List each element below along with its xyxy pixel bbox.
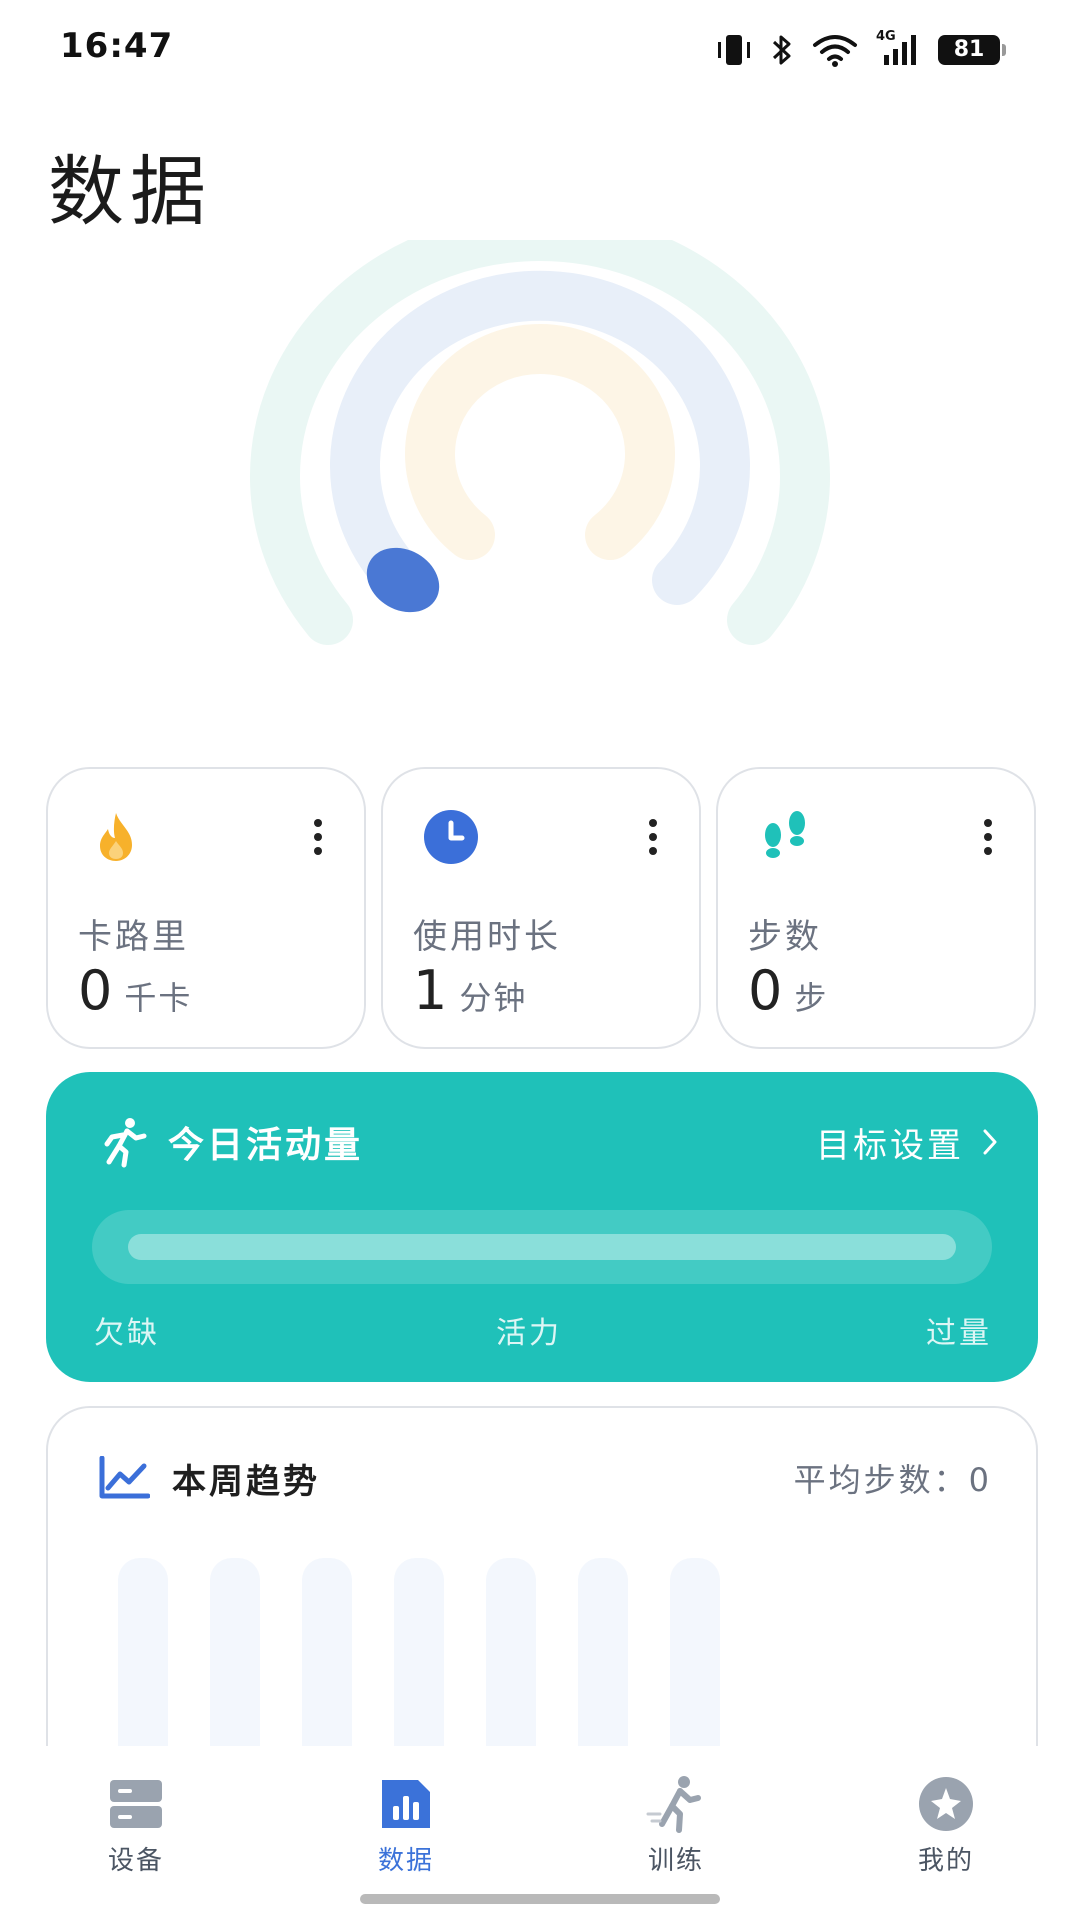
vibrate-icon — [718, 35, 750, 65]
duration-card[interactable]: 使用时长 1 分钟 — [381, 767, 701, 1049]
steps-more-button[interactable] — [982, 819, 994, 855]
battery-level: 81 — [953, 37, 985, 62]
device-icon — [110, 1780, 162, 1828]
activity-scale-mid: 活力 — [496, 1316, 562, 1351]
steps-ring — [405, 324, 675, 560]
duration-more-button[interactable] — [647, 819, 659, 855]
trend-title: 本周趋势 — [172, 1461, 320, 1502]
activity-scale-low: 欠缺 — [94, 1316, 160, 1351]
trend-chart-icon — [99, 1456, 150, 1499]
home-indicator[interactable] — [360, 1894, 720, 1904]
steps-label: 步数 — [748, 917, 822, 957]
chevron-right-icon — [983, 1129, 997, 1155]
bluetooth-icon — [772, 35, 791, 65]
calories-unit: 千卡 — [124, 979, 193, 1017]
goal-settings-label: 目标设置 — [816, 1125, 964, 1166]
running-person-icon — [104, 1118, 147, 1168]
goal-settings-link[interactable]: 目标设置 — [816, 1118, 998, 1167]
calories-value-row: 0 千卡 — [78, 959, 192, 1022]
steps-value-row: 0 步 — [748, 959, 828, 1022]
nav-item-data[interactable]: 数据 — [326, 1774, 486, 1877]
trend-header: 本周趋势 平均步数：0 — [98, 1448, 992, 1508]
calories-card[interactable]: 卡路里 0 千卡 — [46, 767, 366, 1049]
nav-label-device: 设备 — [107, 1846, 164, 1876]
nav-label-data: 数据 — [377, 1846, 434, 1876]
steps-unit: 步 — [794, 979, 829, 1017]
steps-value: 0 — [748, 959, 783, 1022]
steps-card[interactable]: 步数 0 步 — [716, 767, 1036, 1049]
duration-value-row: 1 分钟 — [413, 959, 527, 1022]
duration-value: 1 — [413, 959, 448, 1022]
activity-rings — [250, 240, 830, 645]
flame-icon — [100, 813, 132, 861]
training-icon — [646, 1776, 701, 1833]
bar-chart-icon — [382, 1780, 430, 1828]
calories-label: 卡路里 — [78, 917, 189, 957]
clock-icon — [424, 810, 478, 864]
calories-value: 0 — [78, 959, 113, 1022]
duration-unit: 分钟 — [459, 979, 528, 1017]
profile-icon — [919, 1777, 973, 1831]
app-screen: 16:47 4G 81 数据 卡路里 0 千卡 使用时长 1 分钟 步数 0 步… — [0, 0, 1080, 1920]
daily-activity-card: 今日活动量 目标设置 欠缺 活力 过量 — [46, 1072, 1038, 1382]
status-icons: 4G 81 — [716, 29, 1006, 70]
wifi-icon — [813, 35, 857, 67]
cellular-signal-icon: 4G — [876, 29, 920, 67]
nav-label-profile: 我的 — [917, 1846, 974, 1876]
activity-level-track — [92, 1210, 992, 1284]
nav-item-profile[interactable]: 我的 — [866, 1774, 1026, 1877]
status-time: 16:47 — [60, 26, 174, 66]
nav-label-training: 训练 — [647, 1846, 704, 1876]
average-steps: 平均步数：0 — [793, 1461, 992, 1499]
nav-item-device[interactable]: 设备 — [56, 1774, 216, 1877]
activity-scale-high: 过量 — [926, 1316, 992, 1351]
activity-title: 今日活动量 — [168, 1125, 364, 1166]
activity-level-fill — [128, 1234, 956, 1260]
activity-header: 今日活动量 目标设置 — [100, 1112, 998, 1172]
battery-icon: 81 — [938, 35, 1006, 65]
footprints-icon — [765, 811, 805, 858]
calories-more-button[interactable] — [312, 819, 324, 855]
status-bar: 16:47 4G 81 — [0, 0, 1080, 100]
page-title: 数据 — [48, 147, 212, 236]
nav-item-training[interactable]: 训练 — [596, 1774, 756, 1877]
duration-label: 使用时长 — [413, 917, 561, 957]
